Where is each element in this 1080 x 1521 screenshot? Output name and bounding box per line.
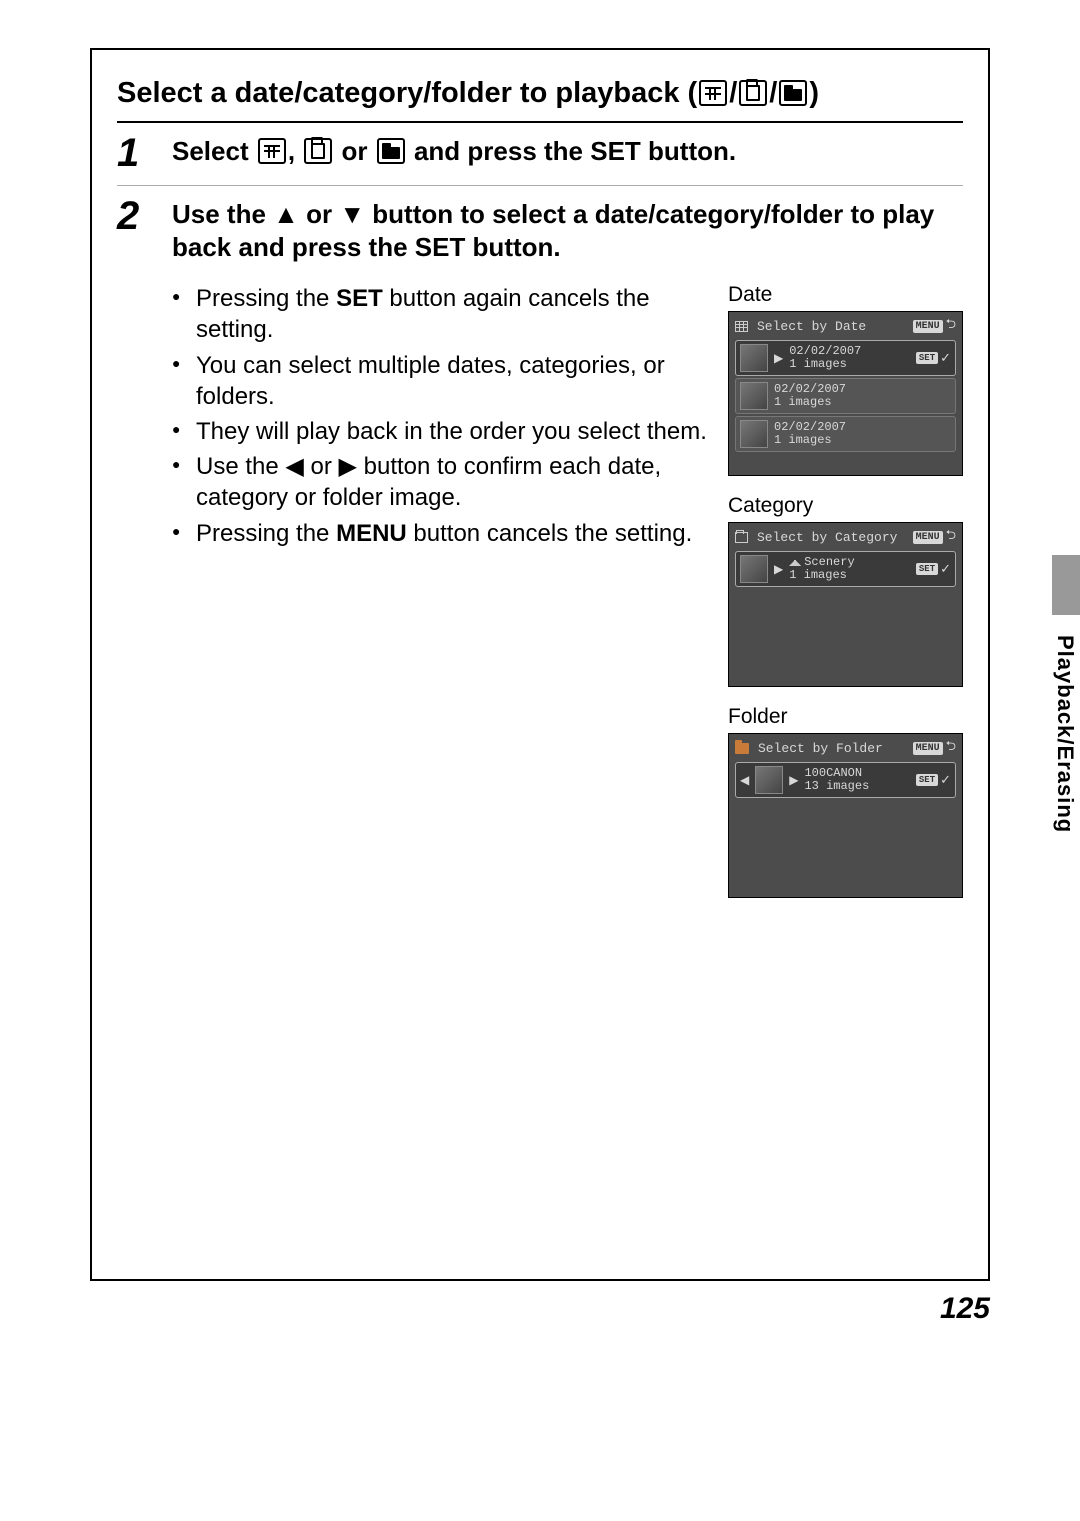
list-item: 02/02/20071 images	[735, 378, 956, 414]
left-triangle-icon: ◀	[740, 773, 749, 788]
scenery-icon	[789, 556, 801, 566]
screen-label-date: Date	[728, 283, 963, 307]
list-item: ▶ 02/02/20071 images SET✓	[735, 340, 956, 376]
set-label: SET	[916, 352, 938, 364]
camera-screen-date: Select by Date MENU⮌ ▶ 02/02/20071 image…	[728, 311, 963, 476]
menu-label: MENU	[913, 742, 943, 755]
page-content: Select a date/category/folder to playbac…	[90, 48, 990, 1281]
folder-icon	[377, 138, 405, 164]
b0p: Pressing the	[196, 285, 336, 312]
list-item: ◀ ▶ 100CANON13 images SET✓	[735, 762, 956, 798]
thumbnail	[740, 344, 768, 372]
step1-post: and press the SET button.	[407, 136, 736, 166]
b4e: button cancels the setting.	[407, 520, 693, 547]
screen-title: Select by Folder	[758, 741, 883, 756]
right-triangle-icon: ▶	[774, 562, 783, 577]
list-item: Pressing the SET button again cancels th…	[172, 283, 708, 345]
step1-m1: ,	[288, 136, 302, 166]
title-text-pre: Select a date/category/folder to playbac…	[117, 77, 697, 109]
set-label: SET	[916, 563, 938, 575]
row-text1: Scenery	[804, 555, 854, 569]
row-line2: 13 images	[804, 780, 909, 793]
screen-label-folder: Folder	[728, 705, 963, 729]
folder-icon	[735, 743, 749, 754]
step1-m2: or	[334, 136, 374, 166]
screen-title: Select by Category	[757, 530, 897, 545]
step-1-heading: Select , or and press the SET button.	[172, 133, 963, 169]
b4b: MENU	[336, 520, 407, 547]
set-badge: SET✓	[916, 351, 951, 366]
separator	[117, 185, 963, 186]
b0b: SET	[336, 285, 383, 312]
category-icon	[735, 532, 748, 543]
folder-icon	[779, 80, 807, 106]
row-line2: 1 images	[789, 358, 910, 371]
step-2-heading: Use the ▲ or ▼ button to select a date/c…	[172, 196, 963, 266]
menu-badge: MENU⮌	[913, 737, 956, 759]
category-icon	[304, 138, 332, 164]
row-line2: 1 images	[789, 569, 910, 582]
screen-label-category: Category	[728, 494, 963, 518]
thumbnail	[740, 555, 768, 583]
menu-badge: MENU⮌	[913, 526, 956, 548]
b3p: Use the ◀ or ▶ button to confirm each da…	[196, 453, 661, 511]
calendar-icon	[699, 80, 727, 106]
camera-screen-category: Select by Category MENU⮌ ▶ Scenery1 imag…	[728, 522, 963, 687]
list-item: ▶ Scenery1 images SET✓	[735, 551, 956, 587]
step-2: 2 Use the ▲ or ▼ button to select a date…	[117, 196, 963, 917]
list-item: You can select multiple dates, categorie…	[172, 350, 708, 412]
page-number: 125	[940, 1292, 990, 1326]
set-badge: SET✓	[916, 562, 951, 577]
camera-screen-folder: Select by Folder MENU⮌ ◀ ▶ 100CANON13 im…	[728, 733, 963, 898]
menu-label: MENU	[913, 531, 943, 544]
section-tab-label: Playback/Erasing	[1052, 635, 1078, 833]
set-label: SET	[916, 774, 938, 786]
thumbnail	[740, 382, 768, 410]
list-item: They will play back in the order you sel…	[172, 416, 708, 447]
menu-badge: MENU⮌	[913, 315, 956, 337]
b1p: You can select multiple dates, categorie…	[196, 352, 665, 410]
b2p: They will play back in the order you sel…	[196, 418, 707, 445]
calendar-icon	[735, 321, 748, 332]
section-title: Select a date/category/folder to playbac…	[117, 75, 963, 123]
camera-screens: Date Select by Date MENU⮌ ▶ 02/02/20071 …	[728, 283, 963, 916]
thumbnail	[740, 420, 768, 448]
thumbnail	[755, 766, 783, 794]
section-side-tab: Playback/Erasing	[1052, 580, 1080, 910]
row-line2: 1 images	[774, 396, 951, 409]
right-triangle-icon: ▶	[774, 351, 783, 366]
calendar-icon	[258, 138, 286, 164]
step-1: 1 Select , or and press the SET button.	[117, 133, 963, 173]
b4p: Pressing the	[196, 520, 336, 547]
row-line2: 1 images	[774, 434, 951, 447]
step-number: 2	[117, 196, 172, 917]
step-number: 1	[117, 133, 172, 173]
side-tab-marker	[1052, 555, 1080, 615]
right-triangle-icon: ▶	[789, 773, 798, 788]
set-badge: SET✓	[916, 773, 951, 788]
category-icon	[739, 80, 767, 106]
title-text-post: )	[809, 77, 819, 109]
step-2-bullets: Pressing the SET button again cancels th…	[172, 283, 708, 916]
screen-title: Select by Date	[757, 319, 866, 334]
menu-label: MENU	[913, 320, 943, 333]
list-item: Pressing the MENU button cancels the set…	[172, 518, 708, 549]
list-item: 02/02/20071 images	[735, 416, 956, 452]
list-item: Use the ◀ or ▶ button to confirm each da…	[172, 451, 708, 513]
step1-pre: Select	[172, 136, 256, 166]
